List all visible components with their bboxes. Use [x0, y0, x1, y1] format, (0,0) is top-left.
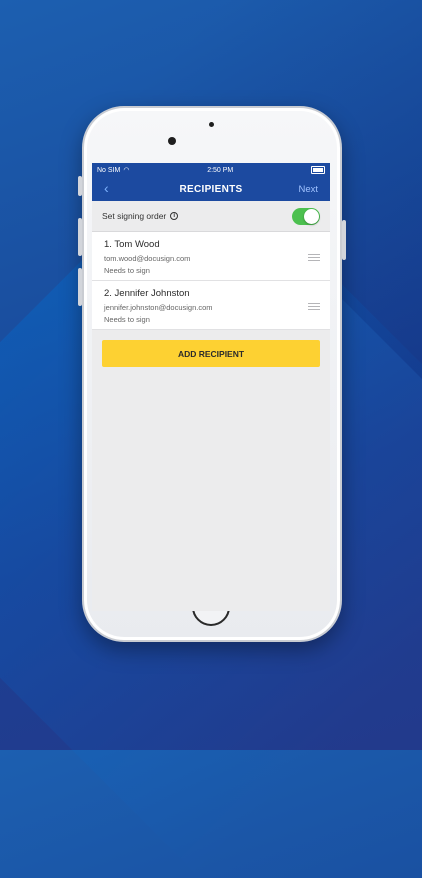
wifi-icon: ◠: [123, 167, 130, 174]
recipient-row[interactable]: 1. Tom Wood tom.wood@docusign.com Needs …: [92, 232, 330, 281]
carrier-label: No SIM: [97, 166, 121, 174]
sensor: [209, 122, 214, 127]
volume-up-button: [78, 218, 82, 256]
recipient-name: 1. Tom Wood: [104, 239, 160, 250]
recipient-status: Needs to sign: [104, 315, 150, 324]
signing-order-row: Set signing order i: [92, 201, 330, 232]
recipient-row[interactable]: 2. Jennifer Johnston jennifer.johnston@d…: [92, 281, 330, 330]
status-bar: No SIM ◠ 2:50 PM: [92, 163, 330, 177]
mute-switch: [78, 176, 82, 196]
signing-order-label: Set signing order: [102, 211, 167, 221]
next-button[interactable]: Next: [298, 184, 318, 195]
recipient-name: 2. Jennifer Johnston: [104, 288, 190, 299]
page-title: RECIPIENTS: [179, 183, 243, 195]
front-camera: [168, 137, 176, 145]
status-time: 2:50 PM: [207, 166, 234, 174]
recipient-email: jennifer.johnston@docusign.com: [104, 303, 213, 312]
drag-handle-icon[interactable]: [308, 303, 320, 312]
toggle-knob: [304, 208, 319, 224]
volume-down-button: [78, 268, 82, 306]
signing-order-toggle[interactable]: [292, 207, 320, 225]
app-screen: No SIM ◠ 2:50 PM ‹ RECIPIENTS Next Set s…: [92, 163, 330, 611]
recipient-email: tom.wood@docusign.com: [104, 254, 191, 263]
power-button: [342, 220, 346, 260]
navigation-bar: ‹ RECIPIENTS Next: [92, 177, 330, 201]
chevron-left-icon[interactable]: ‹: [104, 180, 109, 196]
drag-handle-icon[interactable]: [308, 254, 320, 263]
info-icon[interactable]: i: [170, 212, 179, 220]
add-recipient-button[interactable]: ADD RECIPIENT: [102, 340, 320, 367]
recipient-status: Needs to sign: [104, 266, 150, 275]
battery-icon: [311, 166, 325, 174]
